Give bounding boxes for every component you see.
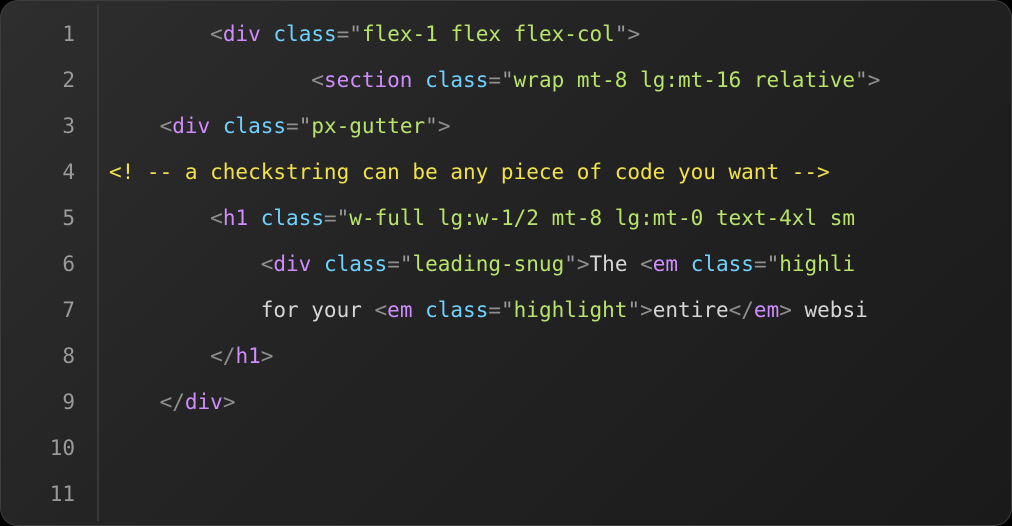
token-tag: div (185, 390, 223, 414)
token-pun: > (779, 298, 792, 322)
token-pun: < (640, 252, 653, 276)
token-pun: > (868, 68, 881, 92)
token-txt: entire (653, 298, 729, 322)
token-qt: " (337, 206, 350, 230)
token-pun: > (640, 298, 653, 322)
code-line: </h1> (109, 333, 1011, 379)
token-pun: < (210, 22, 223, 46)
token-attr: class (223, 114, 286, 138)
line-number: 8 (1, 333, 97, 379)
token-pun: > (438, 114, 451, 138)
token-qt: " (425, 114, 438, 138)
line-number: 3 (1, 103, 97, 149)
token-txt (210, 114, 223, 138)
line-number-gutter: 1234567891011 (1, 1, 97, 525)
code-line: <div class="flex-1 flex flex-col"> (109, 11, 1011, 57)
token-str: flex-1 flex flex-col (362, 22, 615, 46)
token-tag: em (387, 298, 412, 322)
token-tag: em (754, 298, 779, 322)
token-attr: class (425, 298, 488, 322)
line-number: 5 (1, 195, 97, 241)
code-line: <h1 class="w-full lg:w-1/2 mt-8 lg:mt-0 … (109, 195, 1011, 241)
token-attr: class (273, 22, 336, 46)
token-attr: class (691, 252, 754, 276)
token-eq: = (488, 298, 501, 322)
token-str: px-gutter (311, 114, 425, 138)
token-txt: websi (792, 298, 868, 322)
token-pun: < (160, 114, 173, 138)
code-line: </div> (109, 379, 1011, 425)
token-str: w-full lg:w-1/2 mt-8 lg:mt-0 text-4xl sm (349, 206, 855, 230)
token-tag: div (273, 252, 311, 276)
token-str: highli (779, 252, 855, 276)
line-number: 1 (1, 11, 97, 57)
token-txt (311, 252, 324, 276)
token-tag: em (653, 252, 678, 276)
token-txt (678, 252, 691, 276)
token-qt: " (349, 22, 362, 46)
token-eq: = (324, 206, 337, 230)
token-pun: > (627, 22, 640, 46)
token-eq: = (754, 252, 767, 276)
line-number: 6 (1, 241, 97, 287)
code-line (109, 425, 1011, 471)
token-pun: > (223, 390, 236, 414)
code-area[interactable]: <div class="flex-1 flex flex-col"> <sect… (99, 1, 1011, 525)
token-qt: " (299, 114, 312, 138)
code-line: <! -- a checkstring can be any piece of … (109, 149, 1011, 195)
token-qt: " (627, 298, 640, 322)
token-txt (261, 22, 274, 46)
token-str: leading-snug (413, 252, 565, 276)
token-str: highlight (514, 298, 628, 322)
token-tag: section (324, 68, 413, 92)
token-eq: = (387, 252, 400, 276)
token-qt: " (615, 22, 628, 46)
code-line: <div class="px-gutter"> (109, 103, 1011, 149)
token-pun: </ (160, 390, 185, 414)
token-pun: </ (729, 298, 754, 322)
code-line: <div class="leading-snug">The <em class=… (109, 241, 1011, 287)
token-qt: " (855, 68, 868, 92)
token-attr: class (425, 68, 488, 92)
code-line: <section class="wrap mt-8 lg:mt-16 relat… (109, 57, 1011, 103)
token-attr: class (324, 252, 387, 276)
token-txt (412, 68, 425, 92)
token-txt: The (590, 252, 641, 276)
token-tag: h1 (223, 206, 248, 230)
token-txt (412, 298, 425, 322)
token-cmt: <! -- a checkstring can be any piece of … (109, 160, 830, 184)
token-str: wrap mt-8 lg:mt-16 relative (514, 68, 855, 92)
token-tag: div (172, 114, 210, 138)
code-line: for your <em class="highlight">entire</e… (109, 287, 1011, 333)
token-tag: div (223, 22, 261, 46)
line-number: 4 (1, 149, 97, 195)
line-number: 7 (1, 287, 97, 333)
code-line (109, 471, 1011, 517)
line-number: 10 (1, 425, 97, 471)
token-pun: < (311, 68, 324, 92)
token-qt: " (501, 298, 514, 322)
token-eq: = (286, 114, 299, 138)
line-number: 9 (1, 379, 97, 425)
code-editor: 1234567891011 <div class="flex-1 flex fl… (0, 0, 1012, 526)
token-attr: class (261, 206, 324, 230)
token-qt: " (501, 68, 514, 92)
token-pun: </ (210, 344, 235, 368)
token-pun: > (261, 344, 274, 368)
line-number: 11 (1, 471, 97, 517)
token-eq: = (488, 68, 501, 92)
token-tag: h1 (235, 344, 260, 368)
token-pun: < (261, 252, 274, 276)
line-number: 2 (1, 57, 97, 103)
token-txt: for your (261, 298, 375, 322)
token-pun: < (375, 298, 388, 322)
token-pun: < (210, 206, 223, 230)
token-eq: = (337, 22, 350, 46)
token-qt: " (400, 252, 413, 276)
token-qt: " (767, 252, 780, 276)
token-txt (248, 206, 261, 230)
token-qt: " (564, 252, 577, 276)
token-pun: > (577, 252, 590, 276)
